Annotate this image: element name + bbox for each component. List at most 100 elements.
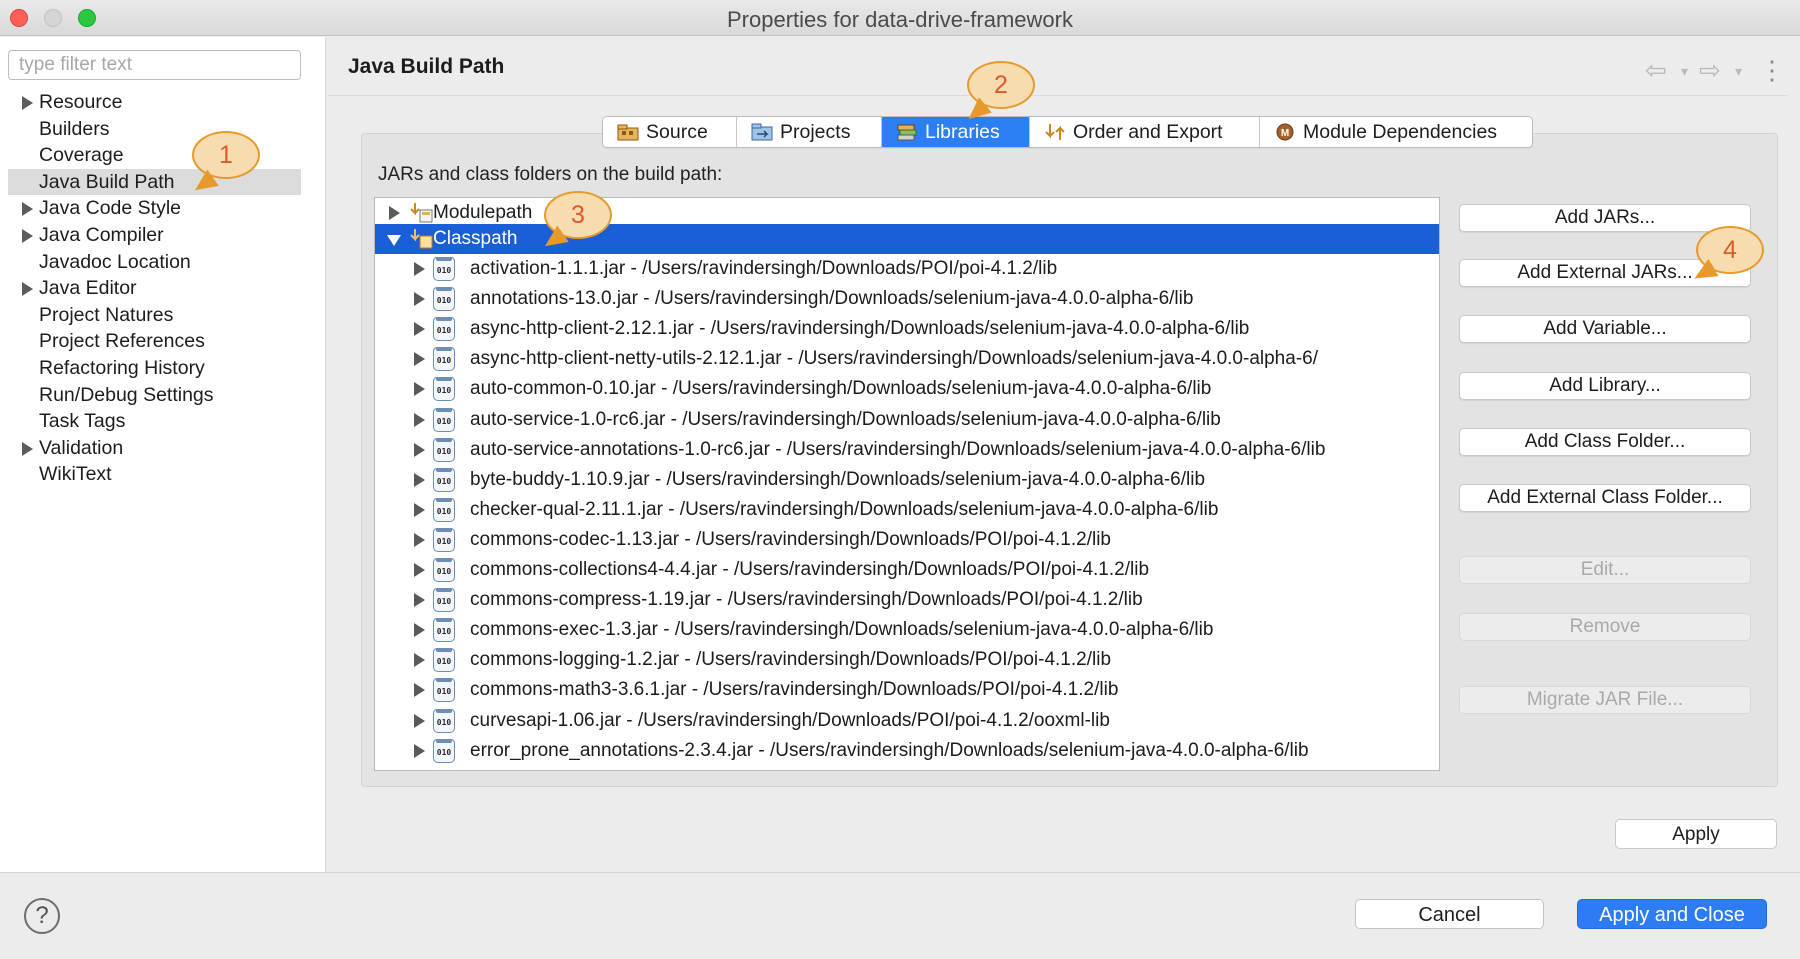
tree-node-jar[interactable]: 010 commons-logging-1.2.jar - /Users/ravi… bbox=[375, 645, 1439, 675]
sidebar-item-builders[interactable]: Builders bbox=[8, 116, 301, 143]
jar-file-icon: 010 bbox=[433, 407, 455, 432]
tree-node-jar[interactable]: 010 checker-qual-2.11.1.jar - /Users/ravi… bbox=[375, 495, 1439, 525]
tree-node-jar[interactable]: 010 error_prone_annotations-2.3.4.jar - /… bbox=[375, 736, 1439, 766]
tab-order-and-export[interactable]: Order and Export bbox=[1030, 117, 1260, 147]
sidebar-item-java-build-path[interactable]: Java Build Path bbox=[8, 168, 301, 196]
callout-2: 2 bbox=[962, 61, 1035, 127]
tab-source[interactable]: Source bbox=[603, 117, 737, 147]
expand-arrow-icon[interactable] bbox=[414, 292, 425, 307]
expand-arrow-icon[interactable] bbox=[414, 502, 425, 517]
back-arrow-icon[interactable]: ⇦ bbox=[1645, 55, 1667, 86]
expand-arrow-icon[interactable] bbox=[389, 206, 400, 220]
expand-arrow-icon[interactable] bbox=[414, 472, 425, 487]
expand-arrow-icon[interactable] bbox=[414, 322, 425, 337]
tree-node-jar[interactable]: 010 commons-codec-1.13.jar - /Users/ravin… bbox=[375, 525, 1439, 555]
expand-arrow-icon[interactable] bbox=[22, 96, 33, 110]
sidebar-item-label: Java Compiler bbox=[39, 223, 164, 246]
tree-node-jar[interactable]: 010 activation-1.1.1.jar - /Users/ravinde… bbox=[375, 254, 1439, 284]
sidebar-item-run-debug-settings[interactable]: Run/Debug Settings bbox=[8, 382, 301, 409]
jar-file-icon: 010 bbox=[433, 377, 455, 402]
expand-arrow-icon[interactable] bbox=[414, 713, 425, 728]
tree-node-classpath[interactable]: Classpath bbox=[375, 224, 1439, 254]
expand-arrow-icon[interactable] bbox=[414, 653, 425, 668]
tab-projects[interactable]: Projects bbox=[737, 117, 882, 147]
jar-icon-text: 010 bbox=[436, 266, 452, 275]
expand-arrow-icon[interactable] bbox=[414, 442, 425, 457]
tree-node-jar[interactable]: 010 annotations-13.0.jar - /Users/ravinde… bbox=[375, 284, 1439, 314]
collapse-arrow-icon[interactable] bbox=[387, 235, 401, 246]
remove-button[interactable]: Remove bbox=[1459, 613, 1751, 641]
sidebar-item-javadoc-location[interactable]: Javadoc Location bbox=[8, 249, 301, 276]
expand-arrow-icon[interactable] bbox=[22, 228, 33, 243]
filter-input[interactable] bbox=[8, 50, 301, 80]
tree-node-label: auto-service-1.0-rc6.jar - /Users/ravind… bbox=[470, 408, 1221, 430]
tree-node-jar[interactable]: 010 async-http-client-netty-utils-2.12.1.… bbox=[375, 344, 1439, 374]
add-jars-button[interactable]: Add JARs... bbox=[1459, 204, 1751, 232]
tree-node-jar[interactable]: 010 commons-exec-1.3.jar - /Users/ravinde… bbox=[375, 615, 1439, 645]
edit-button[interactable]: Edit... bbox=[1459, 556, 1751, 584]
add-variable-button[interactable]: Add Variable... bbox=[1459, 315, 1751, 343]
sidebar-item-project-natures[interactable]: Project Natures bbox=[8, 302, 301, 329]
sidebar-item-wikitext[interactable]: WikiText bbox=[8, 461, 301, 488]
back-dropdown-icon[interactable]: ▾ bbox=[1681, 63, 1688, 80]
tree-node-jar[interactable]: 010 auto-common-0.10.jar - /Users/ravinde… bbox=[375, 374, 1439, 404]
tree-node-jar[interactable]: 010 commons-math3-3.6.1.jar - /Users/ravi… bbox=[375, 675, 1439, 705]
expand-arrow-icon[interactable] bbox=[22, 202, 33, 217]
order-export-icon bbox=[1044, 122, 1068, 142]
jar-file-icon: 010 bbox=[433, 257, 455, 281]
tab-module-dependencies[interactable]: M Module Dependencies bbox=[1260, 117, 1532, 147]
apply-and-close-button[interactable]: Apply and Close bbox=[1577, 899, 1767, 929]
build-path-label: JARs and class folders on the build path… bbox=[378, 164, 723, 185]
forward-arrow-icon[interactable]: ⇨ bbox=[1699, 55, 1721, 86]
sidebar-item-label: Refactoring History bbox=[39, 356, 205, 379]
help-icon[interactable]: ? bbox=[24, 898, 60, 934]
sidebar-item-java-code-style[interactable]: Java Code Style bbox=[8, 195, 301, 222]
sidebar-item-java-editor[interactable]: Java Editor bbox=[8, 275, 301, 302]
cancel-button[interactable]: Cancel bbox=[1355, 899, 1544, 929]
expand-arrow-icon[interactable] bbox=[414, 532, 425, 547]
tab-libraries[interactable]: Libraries bbox=[882, 117, 1030, 147]
expand-arrow-icon[interactable] bbox=[414, 412, 425, 427]
sidebar-item-project-references[interactable]: Project References bbox=[8, 328, 301, 355]
add-class-folder-button[interactable]: Add Class Folder... bbox=[1459, 428, 1751, 456]
expand-arrow-icon[interactable] bbox=[414, 623, 425, 638]
forward-dropdown-icon[interactable]: ▾ bbox=[1735, 63, 1742, 80]
jar-file-icon: 010 bbox=[433, 738, 455, 763]
tree-node-label: auto-common-0.10.jar - /Users/ravindersi… bbox=[470, 378, 1212, 400]
expand-arrow-icon[interactable] bbox=[22, 282, 33, 297]
sidebar-item-validation[interactable]: Validation bbox=[8, 435, 301, 462]
tab-label: Projects bbox=[780, 120, 851, 143]
tree-node-jar[interactable]: 010 async-http-client-2.12.1.jar - /Users… bbox=[375, 314, 1439, 344]
tree-node-jar[interactable]: 010 commons-compress-1.19.jar - /Users/ra… bbox=[375, 585, 1439, 615]
apply-button[interactable]: Apply bbox=[1615, 819, 1777, 849]
build-path-tree[interactable]: Modulepath Classpath 010 activation-1.1.1… bbox=[374, 197, 1440, 771]
sidebar-item-task-tags[interactable]: Task Tags bbox=[8, 408, 301, 435]
expand-arrow-icon[interactable] bbox=[414, 743, 425, 758]
header-divider bbox=[328, 95, 1788, 96]
view-menu-icon[interactable]: ⋮ bbox=[1759, 55, 1785, 86]
expand-arrow-icon[interactable] bbox=[414, 262, 425, 276]
sidebar-item-label: Run/Debug Settings bbox=[39, 383, 214, 406]
sidebar-item-refactoring-history[interactable]: Refactoring History bbox=[8, 355, 301, 382]
add-external-class-folder-button[interactable]: Add External Class Folder... bbox=[1459, 484, 1751, 512]
expand-arrow-icon[interactable] bbox=[414, 352, 425, 367]
sidebar-item-java-compiler[interactable]: Java Compiler bbox=[8, 222, 301, 249]
classpath-container-icon bbox=[409, 228, 433, 250]
tree-node-jar[interactable]: 010 auto-service-annotations-1.0-rc6.jar … bbox=[375, 435, 1439, 465]
tree-node-label: activation-1.1.1.jar - /Users/ravindersi… bbox=[470, 258, 1058, 279]
callout-number: 2 bbox=[994, 71, 1008, 99]
add-library-button[interactable]: Add Library... bbox=[1459, 372, 1751, 400]
jar-icon-text: 010 bbox=[436, 597, 452, 607]
sidebar-item-resource[interactable]: Resource bbox=[8, 89, 301, 116]
expand-arrow-icon[interactable] bbox=[414, 382, 425, 397]
sidebar-item-label: Project References bbox=[39, 330, 205, 353]
tree-node-jar[interactable]: 010 commons-collections4-4.4.jar - /Users… bbox=[375, 555, 1439, 585]
expand-arrow-icon[interactable] bbox=[414, 593, 425, 608]
expand-arrow-icon[interactable] bbox=[414, 683, 425, 698]
expand-arrow-icon[interactable] bbox=[414, 563, 425, 577]
tree-node-jar[interactable]: 010 byte-buddy-1.10.9.jar - /Users/ravind… bbox=[375, 465, 1439, 495]
migrate-jar-button[interactable]: Migrate JAR File... bbox=[1459, 686, 1751, 714]
expand-arrow-icon[interactable] bbox=[22, 441, 33, 456]
tree-node-jar[interactable]: 010 auto-service-1.0-rc6.jar - /Users/rav… bbox=[375, 405, 1439, 435]
tree-node-jar[interactable]: 010 curvesapi-1.06.jar - /Users/ravinders… bbox=[375, 706, 1439, 736]
